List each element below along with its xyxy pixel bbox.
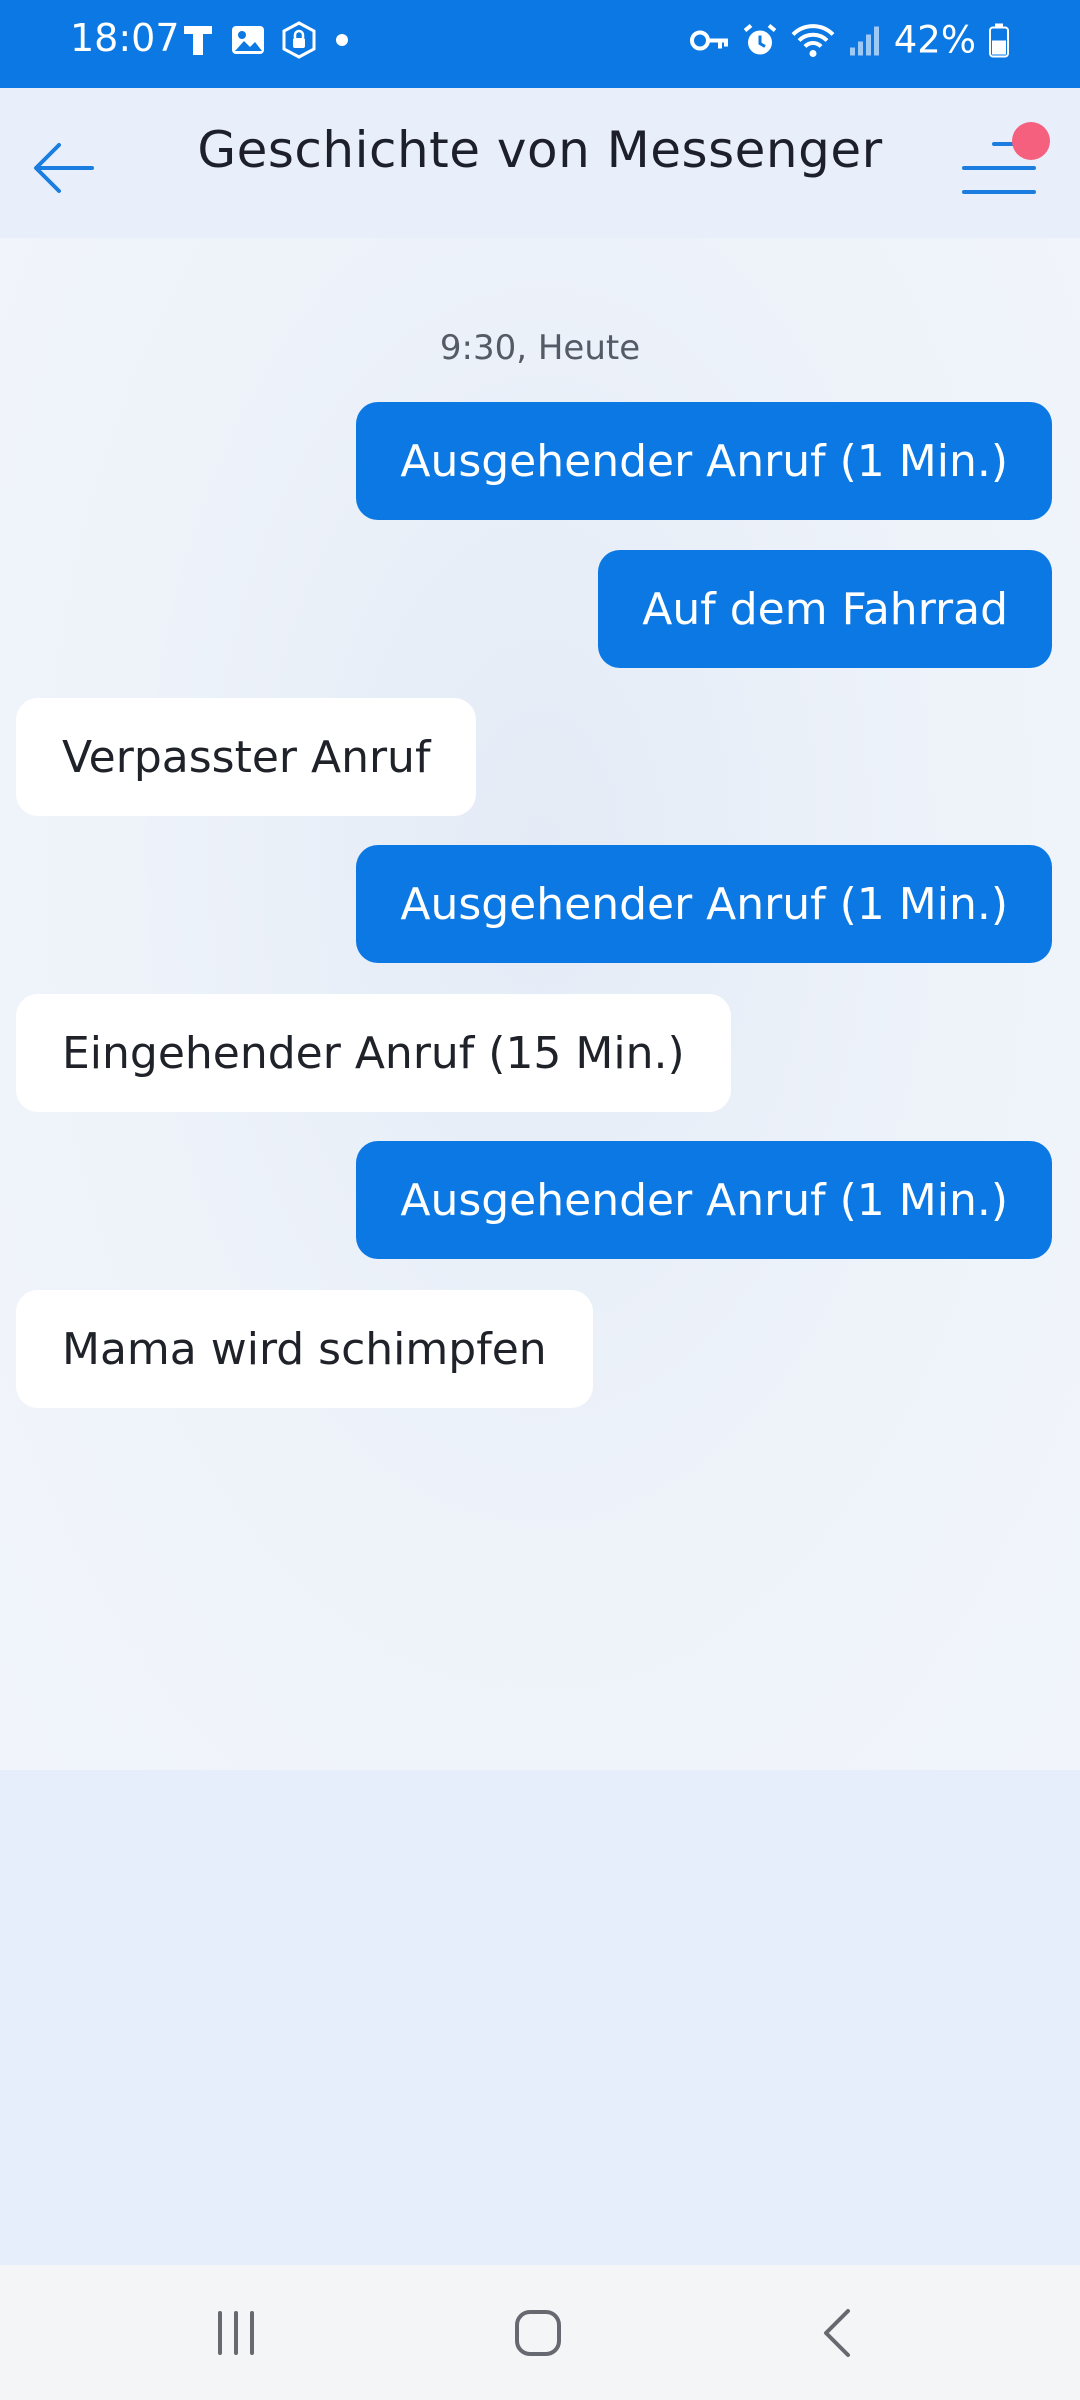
recent-apps-icon xyxy=(218,2310,254,2355)
empty-area xyxy=(0,1770,1080,2265)
notification-badge xyxy=(1012,122,1050,160)
message-bubble-outgoing[interactable]: Auf dem Fahrrad xyxy=(598,550,1052,668)
nav-back-button[interactable] xyxy=(770,2265,910,2400)
system-nav-bar xyxy=(0,2265,1080,2400)
message-text: Ausgehender Anruf (1 Min.) xyxy=(400,435,1008,487)
message-bubble-outgoing[interactable]: Ausgehender Anruf (1 Min.) xyxy=(356,1141,1052,1259)
app-header: Geschichte von Messenger xyxy=(0,88,1080,238)
status-right-icons: 42% xyxy=(689,18,1010,62)
chat-area: 9:30, Heute Ausgehender Anruf (1 Min.) A… xyxy=(0,238,1080,1770)
message-bubble-outgoing[interactable]: Ausgehender Anruf (1 Min.) xyxy=(356,402,1052,520)
message-text: Eingehender Anruf (15 Min.) xyxy=(62,1027,685,1079)
battery-icon xyxy=(988,22,1010,58)
page-title: Geschichte von Messenger xyxy=(197,121,883,179)
back-icon xyxy=(824,2308,850,2357)
message-bubble-incoming[interactable]: Mama wird schimpfen xyxy=(16,1290,593,1408)
message-bubble-outgoing[interactable]: Ausgehender Anruf (1 Min.) xyxy=(356,845,1052,963)
message-text: Verpasster Anruf xyxy=(62,731,431,783)
recent-apps-button[interactable] xyxy=(166,2265,306,2400)
message-text: Ausgehender Anruf (1 Min.) xyxy=(400,878,1008,930)
secure-folder-icon xyxy=(280,21,318,59)
alarm-icon xyxy=(742,22,778,58)
message-bubble-incoming[interactable]: Eingehender Anruf (15 Min.) xyxy=(16,994,731,1112)
status-time: 18:07 xyxy=(70,16,180,60)
message-text: Ausgehender Anruf (1 Min.) xyxy=(400,1174,1008,1226)
image-icon xyxy=(230,22,266,58)
wifi-icon xyxy=(790,22,836,58)
battery-percent: 42% xyxy=(893,18,976,62)
status-bar: 18:07 42% xyxy=(0,0,1080,88)
home-button[interactable] xyxy=(468,2265,608,2400)
message-bubble-incoming[interactable]: Verpasster Anruf xyxy=(16,698,477,816)
t-icon xyxy=(180,22,216,58)
dot-icon xyxy=(332,30,352,50)
home-icon xyxy=(515,2309,561,2356)
key-icon xyxy=(689,25,730,55)
message-text: Mama wird schimpfen xyxy=(62,1323,547,1375)
chat-timestamp: 9:30, Heute xyxy=(439,328,641,368)
menu-button[interactable] xyxy=(960,122,1050,208)
signal-icon xyxy=(848,23,882,57)
status-left-icons xyxy=(180,21,352,59)
message-text: Auf dem Fahrrad xyxy=(642,583,1008,635)
